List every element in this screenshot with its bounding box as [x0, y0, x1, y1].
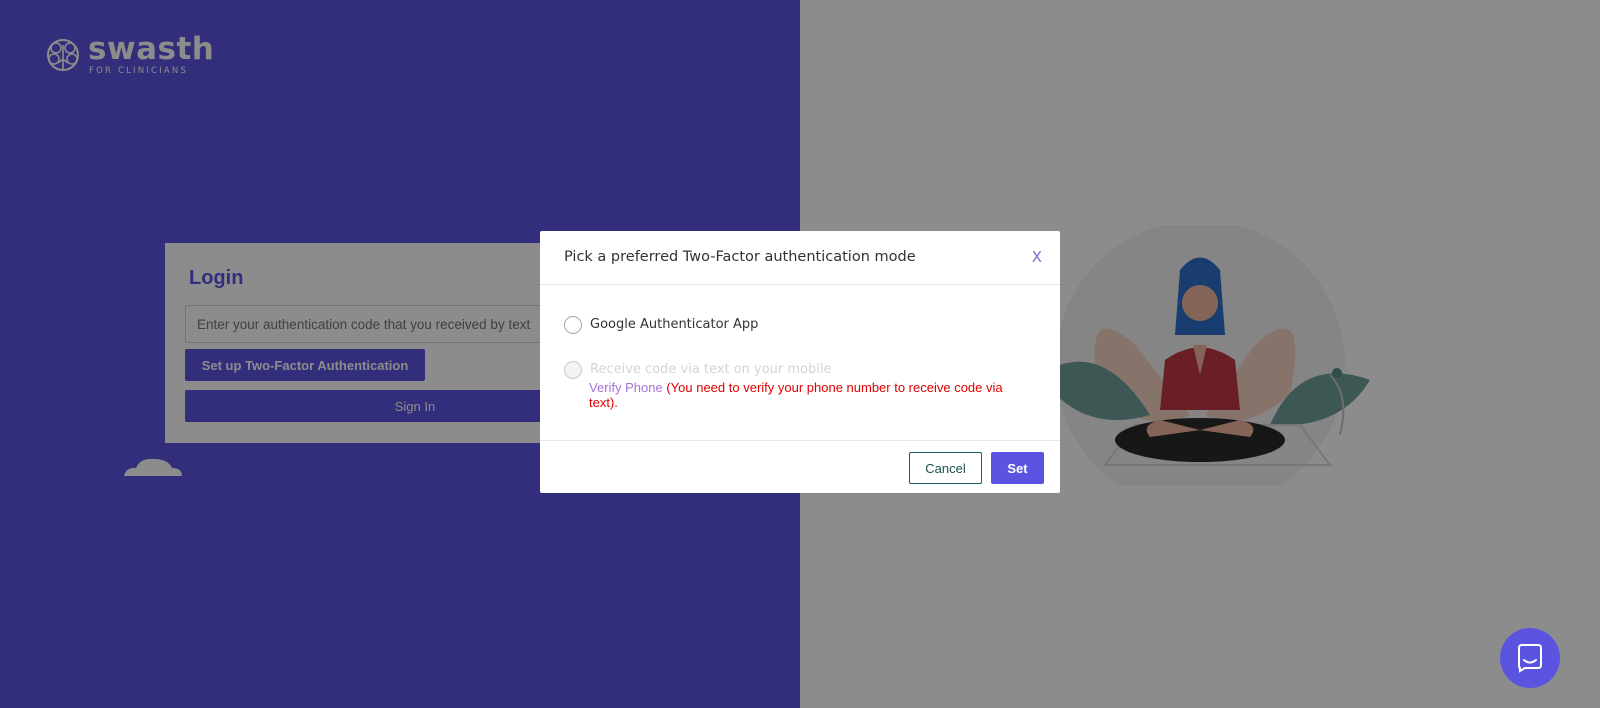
close-icon[interactable]: X	[1032, 248, 1042, 266]
modal-body: Google Authenticator App Receive code vi…	[540, 286, 1060, 441]
sms-code-label: Receive code via text on your mobile	[590, 362, 832, 377]
chat-launcher-button[interactable]	[1500, 628, 1560, 688]
sms-code-radio	[564, 361, 582, 379]
option-google-authenticator[interactable]: Google Authenticator App	[564, 316, 758, 334]
two-factor-modal: Pick a preferred Two-Factor authenticati…	[540, 231, 1060, 493]
google-authenticator-radio[interactable]	[564, 316, 582, 334]
modal-header: Pick a preferred Two-Factor authenticati…	[540, 231, 1060, 285]
modal-title: Pick a preferred Two-Factor authenticati…	[564, 249, 916, 265]
verify-phone-link[interactable]: Verify Phone	[589, 380, 663, 395]
modal-footer: Cancel Set	[540, 440, 1060, 493]
cancel-button[interactable]: Cancel	[909, 452, 982, 484]
set-button[interactable]: Set	[991, 452, 1044, 484]
option-sms-code: Receive code via text on your mobile	[564, 361, 831, 379]
verify-phone-note: Verify Phone (You need to verify your ph…	[589, 380, 1029, 410]
chat-icon	[1518, 644, 1542, 673]
google-authenticator-label: Google Authenticator App	[590, 317, 759, 332]
